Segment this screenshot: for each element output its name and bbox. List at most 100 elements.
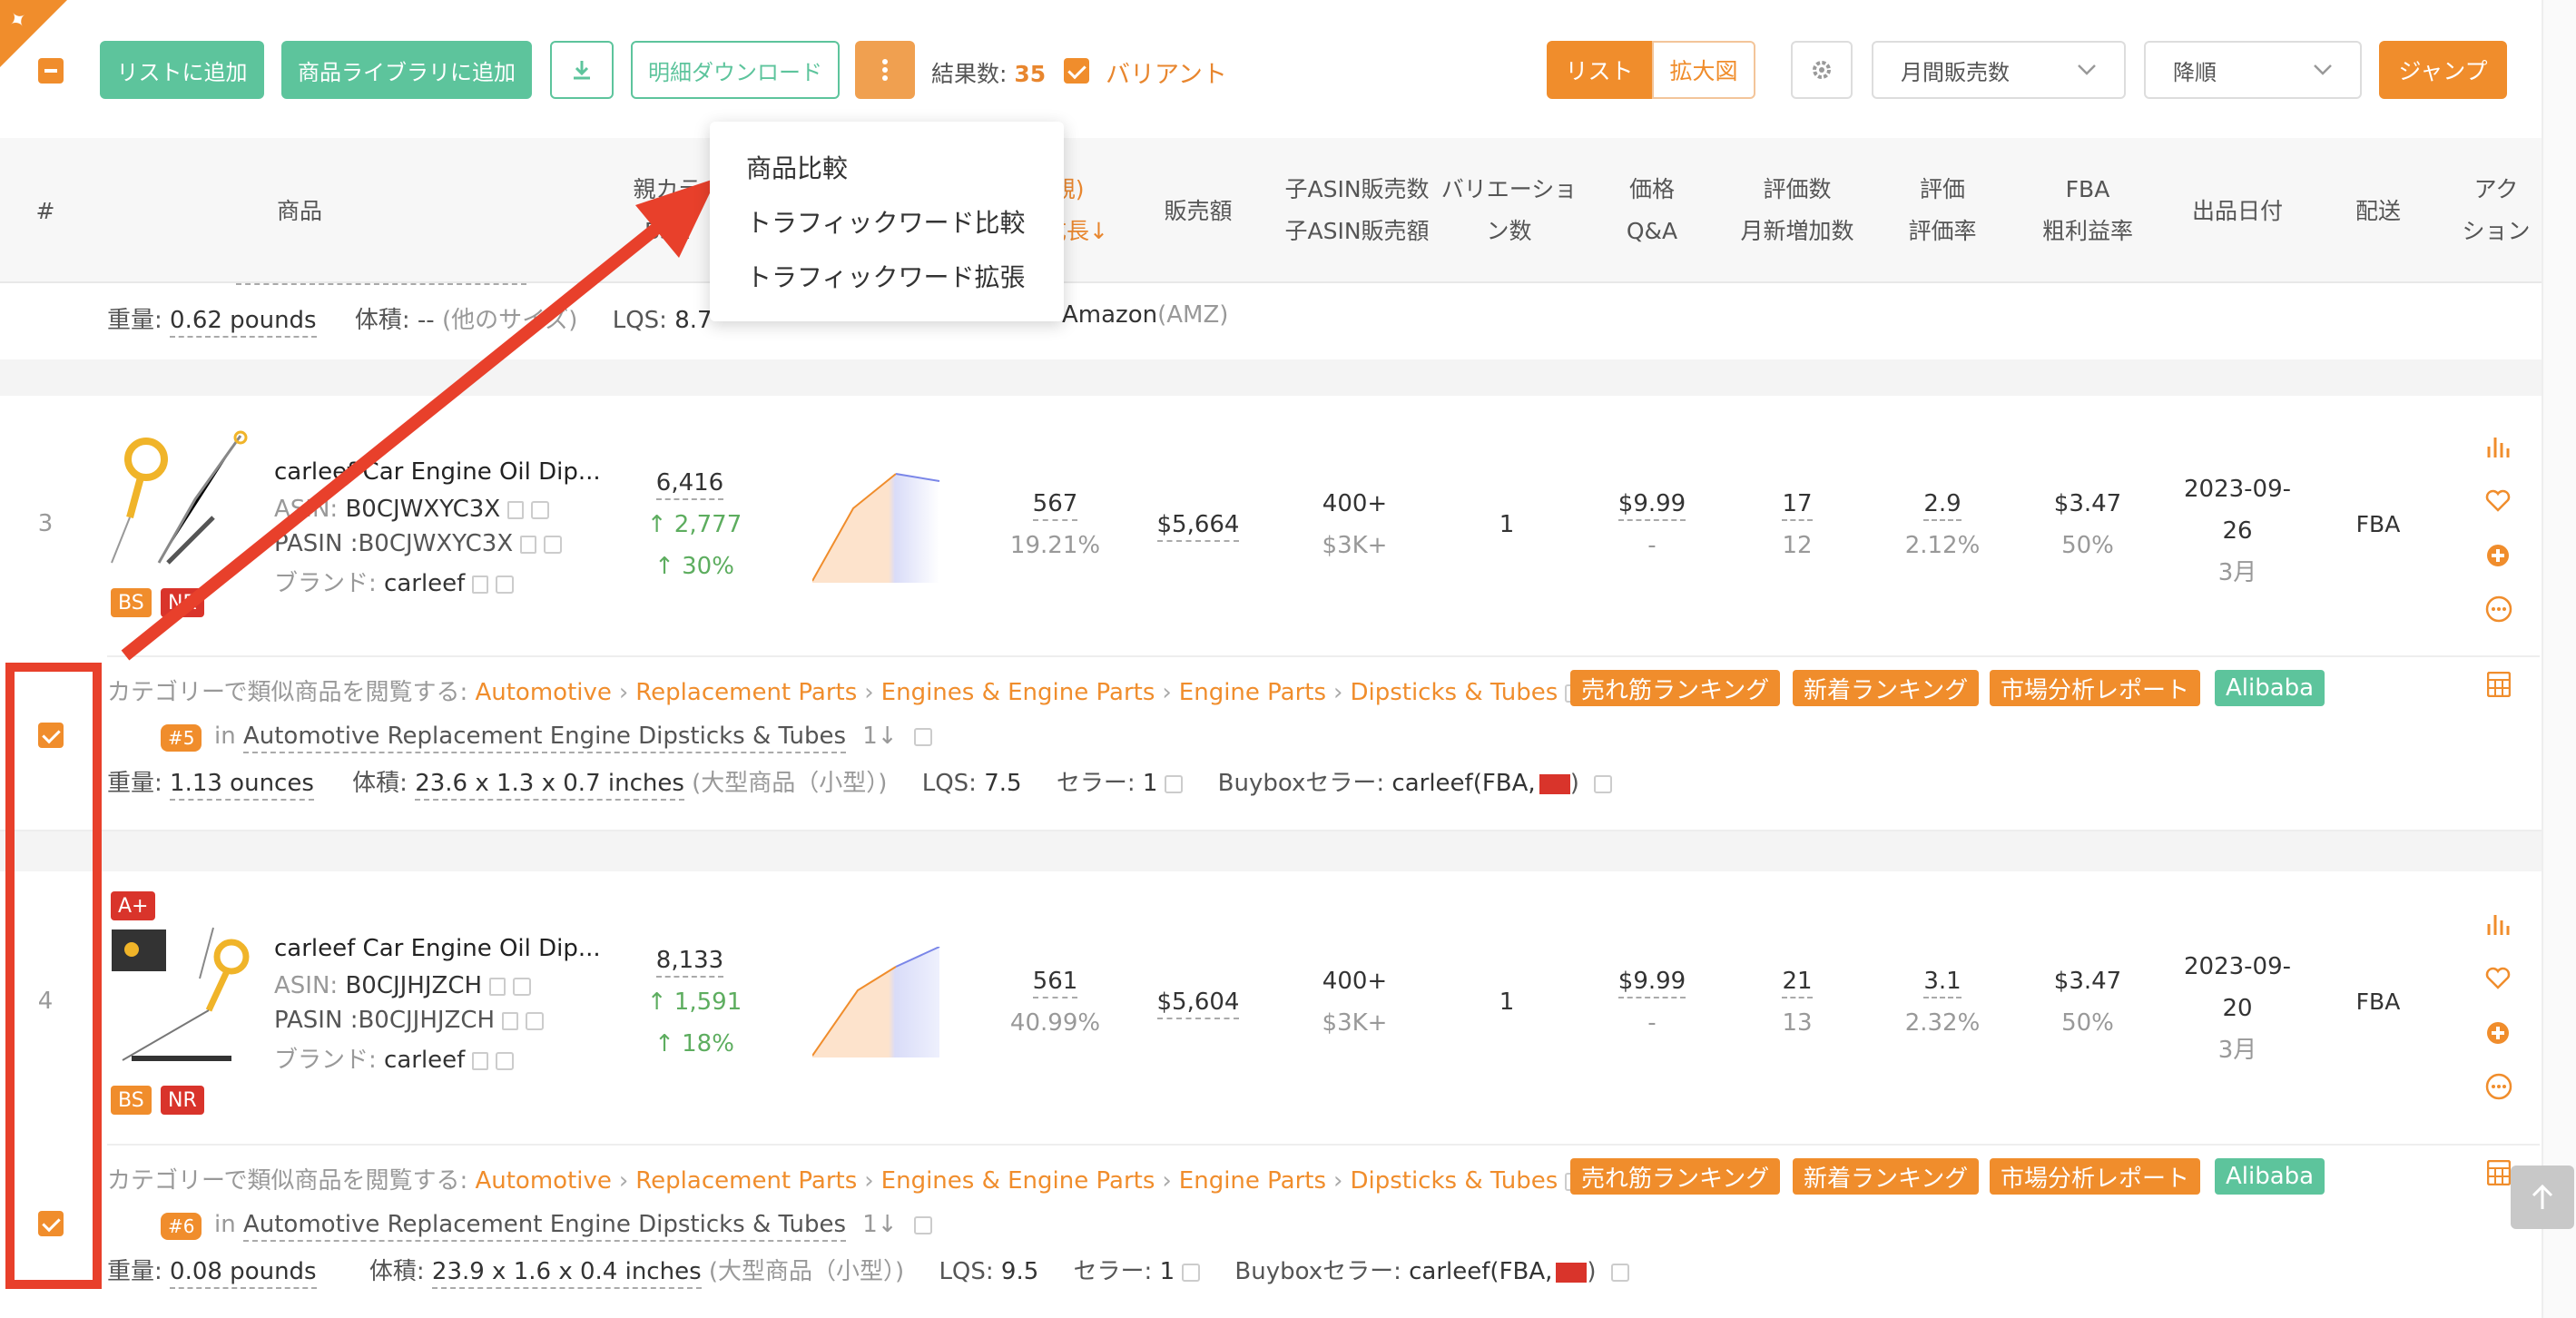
rank-category[interactable]: Automotive Replacement Engine Dipsticks …	[242, 723, 846, 753]
scrollbar-track[interactable]	[2542, 0, 2576, 1318]
copy-icon[interactable]	[472, 1051, 489, 1070]
tag-alibaba[interactable]: Alibaba	[2215, 670, 2325, 706]
bsr-value[interactable]: 8,133	[635, 947, 744, 978]
crumb-dipsticks[interactable]: Dipsticks & Tubes	[1350, 1167, 1558, 1195]
copy-icon[interactable]	[507, 500, 525, 519]
header-action-line2: ション	[2462, 218, 2531, 244]
revenue[interactable]: $5,664	[1144, 511, 1253, 542]
rank-category[interactable]: Automotive Replacement Engine Dipsticks …	[242, 1211, 846, 1242]
heart-icon[interactable]	[2485, 488, 2511, 514]
bar-chart-icon[interactable]	[2485, 911, 2511, 937]
menu-item-product-compare[interactable]: 商品比較	[746, 149, 848, 185]
asin-label: ASIN:	[274, 972, 339, 999]
header-listing-date: 出品日付	[2191, 198, 2283, 224]
calculator-icon[interactable]	[2487, 672, 2511, 697]
copy-icon[interactable]	[489, 977, 506, 996]
heart-icon[interactable]	[2485, 966, 2511, 991]
menu-item-traffic-expand[interactable]: トラフィックワード拡張	[746, 258, 1025, 294]
crumb-replacement-parts[interactable]: Replacement Parts	[635, 1167, 857, 1195]
add-to-library-button[interactable]: 商品ライブラリに追加	[281, 41, 532, 99]
copy-icon[interactable]	[502, 1011, 519, 1030]
variant-checkbox[interactable]	[1064, 58, 1089, 84]
external-link-icon[interactable]	[913, 727, 932, 746]
reviews[interactable]: 17	[1770, 490, 1824, 521]
lqs-value: 9.5	[1000, 1258, 1039, 1285]
tag-market-report[interactable]: 市場分析レポート	[1990, 670, 2201, 706]
add-circle-icon[interactable]	[2485, 543, 2511, 568]
buybox-note: (AMZ)	[1157, 301, 1229, 329]
trend-chart[interactable]	[812, 472, 944, 585]
external-link-icon[interactable]	[513, 977, 532, 996]
external-link-icon[interactable]	[496, 575, 515, 594]
calculator-icon[interactable]	[2487, 1160, 2511, 1185]
crumb-dipsticks[interactable]: Dipsticks & Tubes	[1350, 679, 1558, 706]
header-child-asin: 子ASIN販売数 子ASIN販売額	[1275, 169, 1439, 252]
jump-button[interactable]: ジャンプ	[2379, 41, 2507, 99]
tag-market-report[interactable]: 市場分析レポート	[1990, 1158, 2201, 1195]
price[interactable]: $9.99	[1607, 490, 1697, 521]
rating[interactable]: 3.1	[1906, 968, 1979, 998]
rating[interactable]: 2.9	[1906, 490, 1979, 521]
detail-download-button[interactable]: 明細ダウンロード	[631, 41, 840, 99]
sort-field-select[interactable]: 月間販売数	[1872, 41, 2126, 99]
menu-item-traffic-compare[interactable]: トラフィックワード比較	[746, 203, 1025, 240]
external-link-icon[interactable]	[1593, 774, 1612, 793]
sales-share: 19.21%	[1009, 532, 1101, 559]
tag-new-ranking[interactable]: 新着ランキング	[1793, 1158, 1980, 1195]
crumb-engine-parts[interactable]: Engine Parts	[1179, 1167, 1326, 1195]
buybox-note: (FBA,	[1472, 770, 1536, 797]
tag-new-ranking[interactable]: 新着ランキング	[1793, 670, 1980, 706]
product-image[interactable]	[104, 924, 254, 1069]
download-button[interactable]	[550, 41, 614, 99]
header-fba-line1: FBA	[2065, 176, 2110, 202]
more-circle-icon[interactable]	[2485, 595, 2512, 623]
price[interactable]: $9.99	[1607, 968, 1697, 998]
more-menu-button[interactable]	[855, 41, 915, 99]
add-circle-icon[interactable]	[2485, 1020, 2511, 1046]
bar-chart-icon[interactable]	[2485, 434, 2511, 459]
tag-bestseller-ranking[interactable]: 売れ筋ランキング	[1570, 670, 1781, 706]
view-list-button[interactable]: リスト	[1547, 41, 1652, 99]
tag-bestseller-ranking[interactable]: 売れ筋ランキング	[1570, 1158, 1781, 1195]
external-link-icon[interactable]	[544, 535, 563, 554]
header-variations-line1: バリエーショ	[1440, 176, 1578, 202]
crumb-engines[interactable]: Engines & Engine Parts	[881, 1167, 1155, 1195]
crumb-engine-parts[interactable]: Engine Parts	[1179, 679, 1326, 706]
external-link-icon[interactable]	[1610, 1263, 1629, 1282]
crumb-replacement-parts[interactable]: Replacement Parts	[635, 679, 857, 706]
reviews[interactable]: 21	[1770, 968, 1824, 998]
trend-chart[interactable]	[812, 947, 944, 1060]
monthly-sales[interactable]: 567	[1008, 490, 1103, 521]
crumb-automotive[interactable]: Automotive	[475, 679, 611, 706]
listing-date-line1: 2023-09-	[2183, 476, 2291, 503]
listing-date-line2: 20	[2222, 995, 2253, 1022]
bsr-value[interactable]: 6,416	[635, 469, 744, 500]
revenue[interactable]: $5,604	[1144, 988, 1253, 1019]
product-title[interactable]: carleef Car Engine Oil Dip...	[274, 458, 601, 486]
copy-icon[interactable]	[472, 575, 489, 594]
external-link-icon[interactable]	[531, 500, 550, 519]
product-image[interactable]	[104, 427, 254, 572]
category-label: カテゴリーで類似商品を閲覧する:	[107, 1167, 468, 1195]
external-link-icon[interactable]	[913, 1215, 932, 1234]
external-link-icon[interactable]	[1165, 774, 1184, 793]
sort-field-value: 月間販売数	[1901, 59, 2010, 85]
external-link-icon[interactable]	[1182, 1263, 1201, 1282]
external-link-icon[interactable]	[496, 1051, 515, 1070]
tag-alibaba[interactable]: Alibaba	[2215, 1158, 2325, 1195]
crumb-automotive[interactable]: Automotive	[475, 1167, 611, 1195]
monthly-sales[interactable]: 561	[1008, 968, 1103, 998]
more-circle-icon[interactable]	[2485, 1073, 2512, 1100]
bsr-number: 6,416	[655, 469, 724, 500]
add-to-list-button[interactable]: リストに追加	[100, 41, 264, 99]
sort-order-select[interactable]: 降順	[2144, 41, 2362, 99]
back-to-top-button[interactable]	[2511, 1166, 2574, 1229]
copy-icon[interactable]	[520, 535, 537, 554]
select-all-checkbox[interactable]	[38, 58, 64, 84]
view-zoom-button[interactable]: 拡大図	[1652, 41, 1755, 99]
bsr-change-pct: ↑ 30%	[654, 553, 734, 580]
settings-button[interactable]	[1791, 41, 1853, 99]
crumb-engines[interactable]: Engines & Engine Parts	[881, 679, 1155, 706]
external-link-icon[interactable]	[526, 1011, 545, 1030]
product-title[interactable]: carleef Car Engine Oil Dip...	[274, 935, 601, 962]
